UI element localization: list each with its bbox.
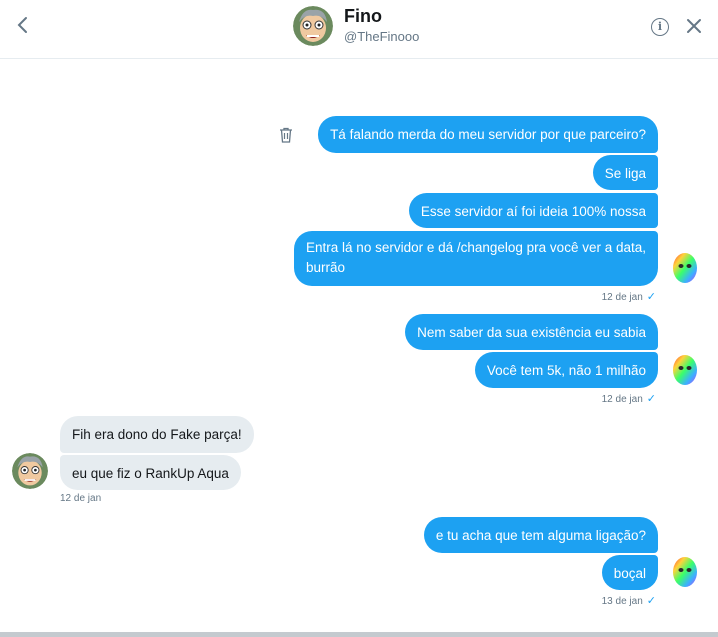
trash-icon bbox=[280, 127, 292, 143]
message-timestamp: 12 de jan ✓ bbox=[602, 392, 656, 405]
check-icon: ✓ bbox=[646, 393, 656, 405]
contact-avatar[interactable] bbox=[12, 453, 48, 489]
message-bubble-outgoing[interactable]: Nem saber da sua existência eu sabia bbox=[405, 314, 658, 350]
message-timestamp: 12 de jan bbox=[60, 493, 102, 504]
message-text-line: burrão bbox=[306, 260, 346, 275]
composer-divider bbox=[0, 632, 718, 637]
message-bubble-outgoing[interactable]: e tu acha que tem alguma ligação? bbox=[423, 517, 658, 553]
message-bubble-outgoing[interactable]: Tá falando merda do meu servidor por que… bbox=[318, 116, 658, 153]
message-bubble-outgoing[interactable]: boçal bbox=[601, 555, 658, 590]
message-bubble-outgoing[interactable]: Você tem 5k, não 1 milhão bbox=[474, 352, 658, 388]
message-bubble-incoming[interactable]: Fih era dono do Fake parça! bbox=[60, 416, 254, 453]
check-icon: ✓ bbox=[646, 595, 656, 607]
contact-handle: @TheFinooo bbox=[344, 29, 420, 44]
info-icon: i bbox=[657, 20, 663, 33]
delete-message-button[interactable] bbox=[279, 127, 293, 143]
back-button[interactable] bbox=[12, 14, 34, 36]
timestamp-text: 12 de jan bbox=[601, 292, 643, 303]
message-timestamp: 12 de jan ✓ bbox=[602, 290, 656, 303]
message-text-line: Entra lá no servidor e dá /changelog pra… bbox=[306, 240, 646, 255]
contact-avatar[interactable] bbox=[293, 6, 333, 46]
message-bubble-outgoing[interactable]: Entra lá no servidor e dá /changelog pra… bbox=[294, 231, 658, 286]
my-avatar[interactable] bbox=[671, 556, 699, 588]
timestamp-text: 12 de jan bbox=[601, 394, 643, 405]
conversation-header: Fino @TheFinooo i bbox=[0, 0, 718, 59]
message-bubble-outgoing[interactable]: Se liga bbox=[592, 155, 658, 190]
chevron-left-icon bbox=[17, 17, 27, 33]
message-timestamp: 13 de jan ✓ bbox=[602, 594, 656, 607]
check-icon: ✓ bbox=[646, 291, 656, 303]
message-bubble-incoming[interactable]: eu que fiz o RankUp Aqua bbox=[60, 455, 241, 490]
timestamp-text: 13 de jan bbox=[601, 596, 643, 607]
contact-name: Fino bbox=[344, 6, 382, 26]
close-button[interactable] bbox=[683, 15, 705, 37]
my-avatar[interactable] bbox=[671, 252, 699, 284]
message-bubble-outgoing[interactable]: Esse servidor aí foi ideia 100% nossa bbox=[408, 193, 658, 228]
close-icon bbox=[687, 19, 701, 33]
my-avatar[interactable] bbox=[671, 354, 699, 386]
info-button[interactable]: i bbox=[651, 18, 669, 36]
